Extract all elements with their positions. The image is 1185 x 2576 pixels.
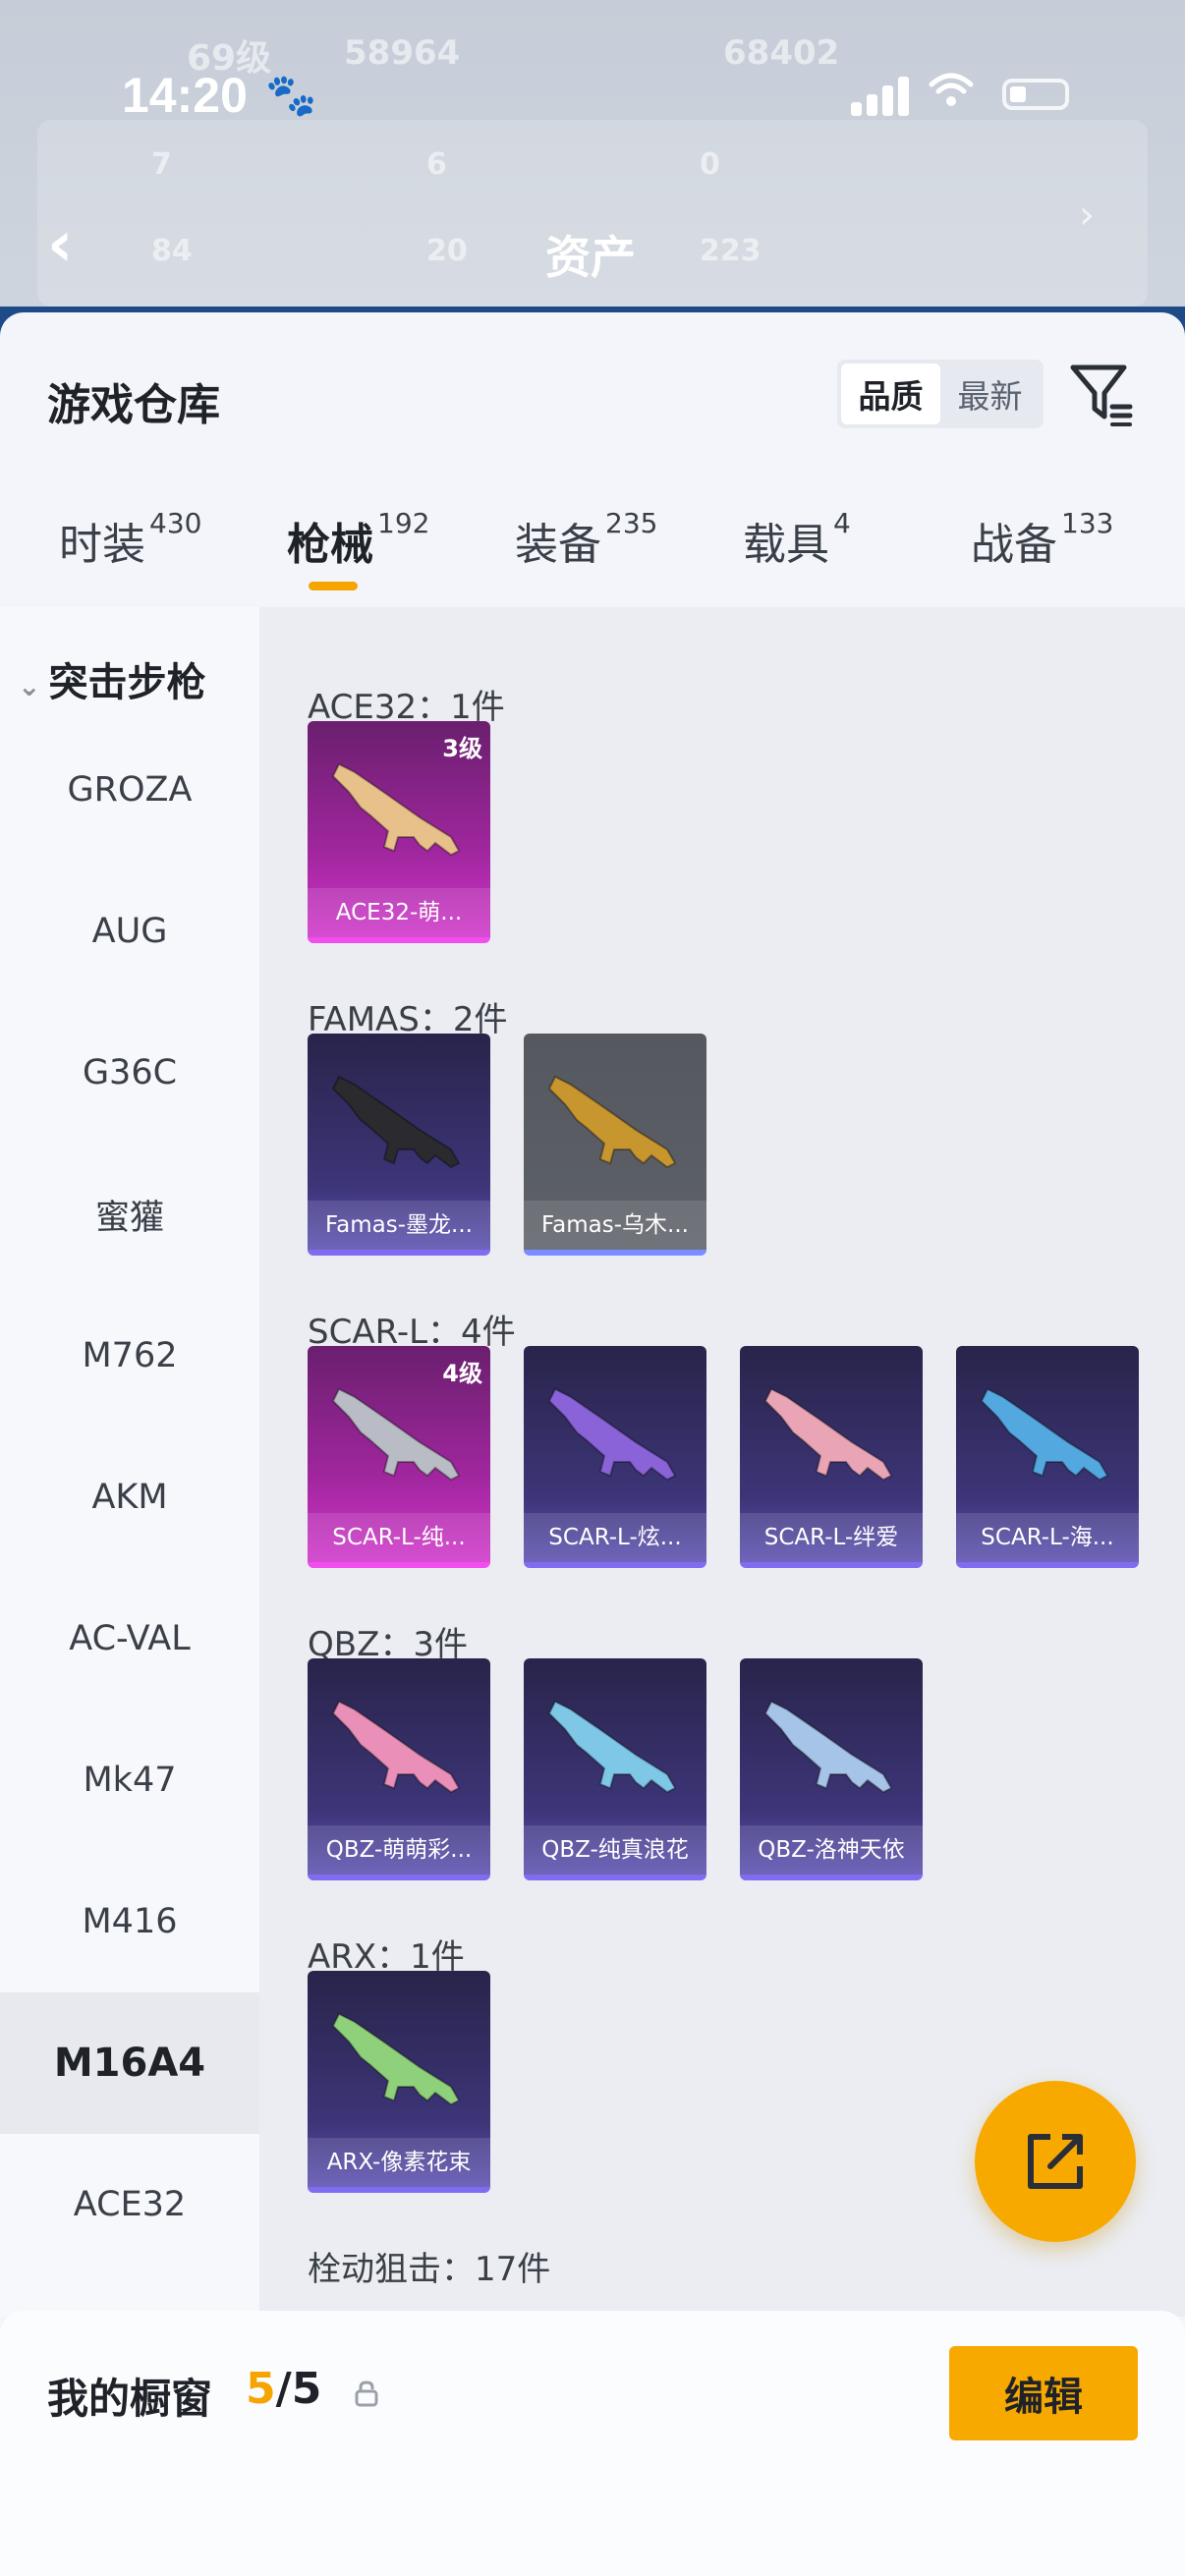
sidebar-item-mk47[interactable]: Mk47 bbox=[0, 1709, 259, 1851]
sidebar-item-m16a4[interactable]: M16A4 bbox=[0, 1992, 259, 2134]
rifle-icon bbox=[331, 1075, 461, 1169]
share-button[interactable] bbox=[975, 2081, 1136, 2242]
weapon-card[interactable]: Famas-墨龙... bbox=[308, 1034, 490, 1256]
tab-count: 192 bbox=[377, 507, 430, 539]
sidebar-group-label: 突击步枪 bbox=[48, 660, 206, 705]
tab-count: 133 bbox=[1061, 507, 1114, 539]
sidebar-item-groza[interactable]: GROZA bbox=[0, 719, 259, 861]
weapon-card[interactable]: ARX-像素花束 bbox=[308, 1971, 490, 2193]
card-name: SCAR-L-海... bbox=[956, 1513, 1139, 1562]
background-score-text-2: 68402 bbox=[723, 33, 840, 73]
card-name: QBZ-洛神天依 bbox=[740, 1825, 923, 1875]
battery-icon bbox=[1002, 79, 1069, 110]
card-name: SCAR-L-绊爱 bbox=[740, 1513, 923, 1562]
card-name: ACE32-萌... bbox=[308, 888, 490, 937]
tab-count: 430 bbox=[149, 507, 202, 539]
sidebar-item-m762[interactable]: M762 bbox=[0, 1285, 259, 1427]
tab-label: 时装 bbox=[59, 520, 145, 570]
paw-icon: 🐾 bbox=[265, 71, 317, 119]
sidebar-item-aug[interactable]: AUG bbox=[0, 861, 259, 1002]
background-score-text: 58964 bbox=[344, 33, 461, 73]
category-tabs: 时装 430 枪械 192 装备 235 载具 4 战备 133 bbox=[0, 499, 1185, 597]
rifle-icon bbox=[547, 1075, 677, 1169]
showcase-bar: 我的橱窗 5/5 编辑 bbox=[0, 2311, 1185, 2576]
weapon-card[interactable]: QBZ-洛神天依 bbox=[740, 1658, 923, 1880]
active-tab-indicator bbox=[309, 582, 358, 590]
showcase-count-total: /5 bbox=[275, 2364, 322, 2414]
rifle-icon bbox=[763, 1700, 893, 1794]
background-stat-5: 20 bbox=[426, 234, 468, 268]
tab-equipment[interactable]: 装备 235 bbox=[515, 507, 658, 572]
tab-label: 枪械 bbox=[287, 520, 373, 570]
sort-toggle: 品质 最新 bbox=[837, 360, 1044, 428]
filter-icon[interactable] bbox=[1069, 362, 1134, 426]
lock-icon bbox=[355, 2380, 378, 2407]
card-name: SCAR-L-炫... bbox=[524, 1513, 706, 1562]
tab-weapons[interactable]: 枪械 192 bbox=[287, 507, 430, 572]
sidebar-item-m416[interactable]: M416 bbox=[0, 1851, 259, 1992]
rifle-icon bbox=[547, 1387, 677, 1482]
rifle-icon bbox=[763, 1387, 893, 1482]
rifle-icon bbox=[331, 2012, 461, 2106]
rifle-icon bbox=[980, 1387, 1109, 1482]
card-name: Famas-墨龙... bbox=[308, 1201, 490, 1250]
tab-label: 装备 bbox=[515, 520, 601, 570]
card-level-badge: 3级 bbox=[442, 735, 482, 762]
card-level-badge: 4级 bbox=[442, 1360, 482, 1387]
tab-count: 235 bbox=[605, 507, 658, 539]
sidebar-group-header[interactable]: ⌄ 突击步枪 bbox=[18, 650, 205, 707]
subcategory-sidebar: ⌄ 突击步枪 GROZA AUG G36C 蜜獾 M762 AKM AC-VAL … bbox=[0, 607, 259, 2317]
sheet-title: 游戏仓库 bbox=[47, 380, 220, 430]
sort-quality-button[interactable]: 品质 bbox=[841, 364, 940, 424]
weapon-card[interactable]: SCAR-L-炫... bbox=[524, 1346, 706, 1568]
card-name: Famas-乌木... bbox=[524, 1201, 706, 1250]
sidebar-item-g36c[interactable]: G36C bbox=[0, 1002, 259, 1144]
background-stat-4: 84 bbox=[151, 234, 193, 268]
weapon-card[interactable]: Famas-乌木... bbox=[524, 1034, 706, 1256]
chevron-down-icon: ⌄ bbox=[18, 670, 41, 702]
sort-newest-button[interactable]: 最新 bbox=[940, 364, 1040, 424]
card-name: SCAR-L-纯... bbox=[308, 1513, 490, 1562]
card-name: QBZ-萌萌彩... bbox=[308, 1825, 490, 1875]
background-stat-3: 0 bbox=[700, 147, 720, 182]
sidebar-item-ace32[interactable]: ACE32 bbox=[0, 2134, 259, 2275]
tab-supplies[interactable]: 战备 133 bbox=[971, 507, 1114, 572]
tab-count: 4 bbox=[833, 507, 851, 539]
chevron-right-icon[interactable]: › bbox=[1079, 193, 1095, 238]
sidebar-item-ac-val[interactable]: AC-VAL bbox=[0, 1568, 259, 1709]
rifle-icon bbox=[547, 1700, 677, 1794]
background-stat-1: 7 bbox=[151, 147, 172, 182]
sidebar-item-akm[interactable]: AKM bbox=[0, 1427, 259, 1568]
background-stat-6: 223 bbox=[700, 234, 762, 268]
warehouse-sheet: 游戏仓库 品质 最新 时装 430 枪械 192 装备 235 载具 4 战备 133 bbox=[0, 312, 1185, 2576]
background-stat-2: 6 bbox=[426, 147, 447, 182]
share-icon bbox=[1028, 2134, 1083, 2189]
showcase-label: 我的橱窗 bbox=[47, 2375, 213, 2423]
card-name: QBZ-纯真浪花 bbox=[524, 1825, 706, 1875]
tab-vehicles[interactable]: 载具 4 bbox=[743, 507, 851, 572]
sidebar-item-honey-badger[interactable]: 蜜獾 bbox=[0, 1144, 259, 1285]
tab-fashion[interactable]: 时装 430 bbox=[59, 507, 202, 572]
weapon-card[interactable]: QBZ-纯真浪花 bbox=[524, 1658, 706, 1880]
tab-label: 载具 bbox=[743, 520, 829, 570]
back-icon[interactable]: ‹ bbox=[47, 208, 73, 281]
weapon-card[interactable]: 3级 ACE32-萌... bbox=[308, 721, 490, 943]
card-name: ARX-像素花束 bbox=[308, 2138, 490, 2187]
signal-icon bbox=[851, 75, 910, 116]
weapon-card[interactable]: SCAR-L-海... bbox=[956, 1346, 1139, 1568]
page-title: 资产 bbox=[545, 231, 636, 284]
weapon-card[interactable]: 4级 SCAR-L-纯... bbox=[308, 1346, 490, 1568]
edit-button[interactable]: 编辑 bbox=[949, 2346, 1138, 2440]
showcase-count: 5/5 bbox=[246, 2364, 321, 2414]
weapon-grid: ACE32：1件 3级 ACE32-萌... FAMAS：2件 Famas-墨龙... F… bbox=[259, 607, 1185, 2376]
status-time: 14:20 bbox=[122, 68, 248, 123]
group-label: 栓动狙击：17件 bbox=[308, 2250, 551, 2289]
rifle-icon bbox=[331, 1700, 461, 1794]
wifi-icon bbox=[928, 71, 975, 121]
weapon-card[interactable]: QBZ-萌萌彩... bbox=[308, 1658, 490, 1880]
weapon-card[interactable]: SCAR-L-绊爱 bbox=[740, 1346, 923, 1568]
showcase-count-current: 5 bbox=[246, 2364, 276, 2414]
tab-label: 战备 bbox=[971, 520, 1057, 570]
